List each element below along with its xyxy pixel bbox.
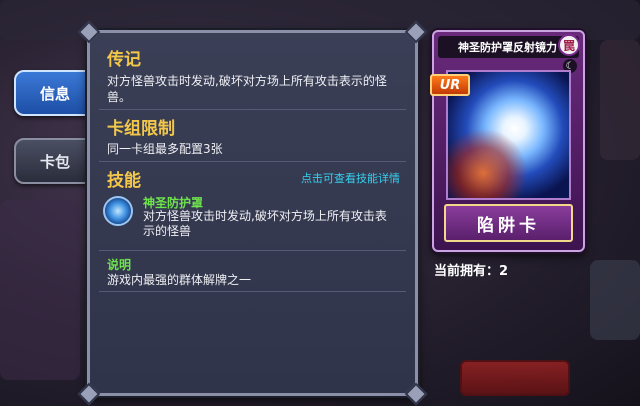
biography-text: 对方怪兽攻击时发动,破坏对方场上所有攻击表示的怪兽。 (107, 74, 387, 104)
tab-card-pack-label: 卡包 (39, 152, 70, 171)
owned-label: 当前拥有： (434, 264, 500, 279)
skills-section: 技能 点击可查看技能详情 神圣防护罩 对方怪兽攻击时发动,破坏对方场上所有攻击表… (99, 162, 406, 251)
artwork-flare (448, 128, 528, 198)
biography-section: 传记 对方怪兽攻击时发动,破坏对方场上所有攻击表示的怪兽。 (99, 41, 406, 110)
deck-limit-section: 卡组限制 同一卡组最多配置3张 (99, 110, 406, 162)
deck-limit-text: 同一卡组最多配置3张 (107, 142, 223, 156)
background-shape (600, 40, 640, 160)
owned-value: 2 (499, 264, 509, 279)
panel-corner (77, 382, 101, 406)
trap-card[interactable]: 神圣防护罩反射镜力 罠 ☾ UR 陷阱卡 (430, 30, 585, 252)
background-shape (0, 200, 80, 380)
background-button[interactable] (460, 360, 570, 396)
shield-orb-icon[interactable] (103, 196, 133, 226)
skills-title: 技能 (107, 171, 141, 191)
card-type-label: 陷阱卡 (444, 204, 573, 242)
card-info-panel: 传记 对方怪兽攻击时发动,破坏对方场上所有攻击表示的怪兽。 卡组限制 同一卡组最… (77, 20, 428, 406)
card-attribute-badge: 罠 (558, 34, 580, 56)
note-text: 游戏内最强的群体解牌之一 (107, 273, 252, 287)
owned-count: 当前拥有：2 (434, 260, 508, 279)
tab-card-pack[interactable]: 卡包 (14, 138, 96, 184)
skill-description: 对方怪兽攻击时发动,破坏对方场上所有攻击表示的怪兽 (143, 209, 387, 238)
tab-info-label: 信息 (39, 84, 70, 103)
tab-info[interactable]: 信息 (14, 70, 96, 116)
note-section: 说明 游戏内最强的群体解牌之一 (99, 251, 406, 292)
view-skill-details-link[interactable]: 点击可查看技能详情 (301, 170, 400, 186)
biography-title: 传记 (107, 50, 141, 70)
background-shape (590, 260, 640, 340)
rarity-badge: UR (430, 74, 470, 96)
deck-limit-title: 卡组限制 (107, 119, 175, 139)
